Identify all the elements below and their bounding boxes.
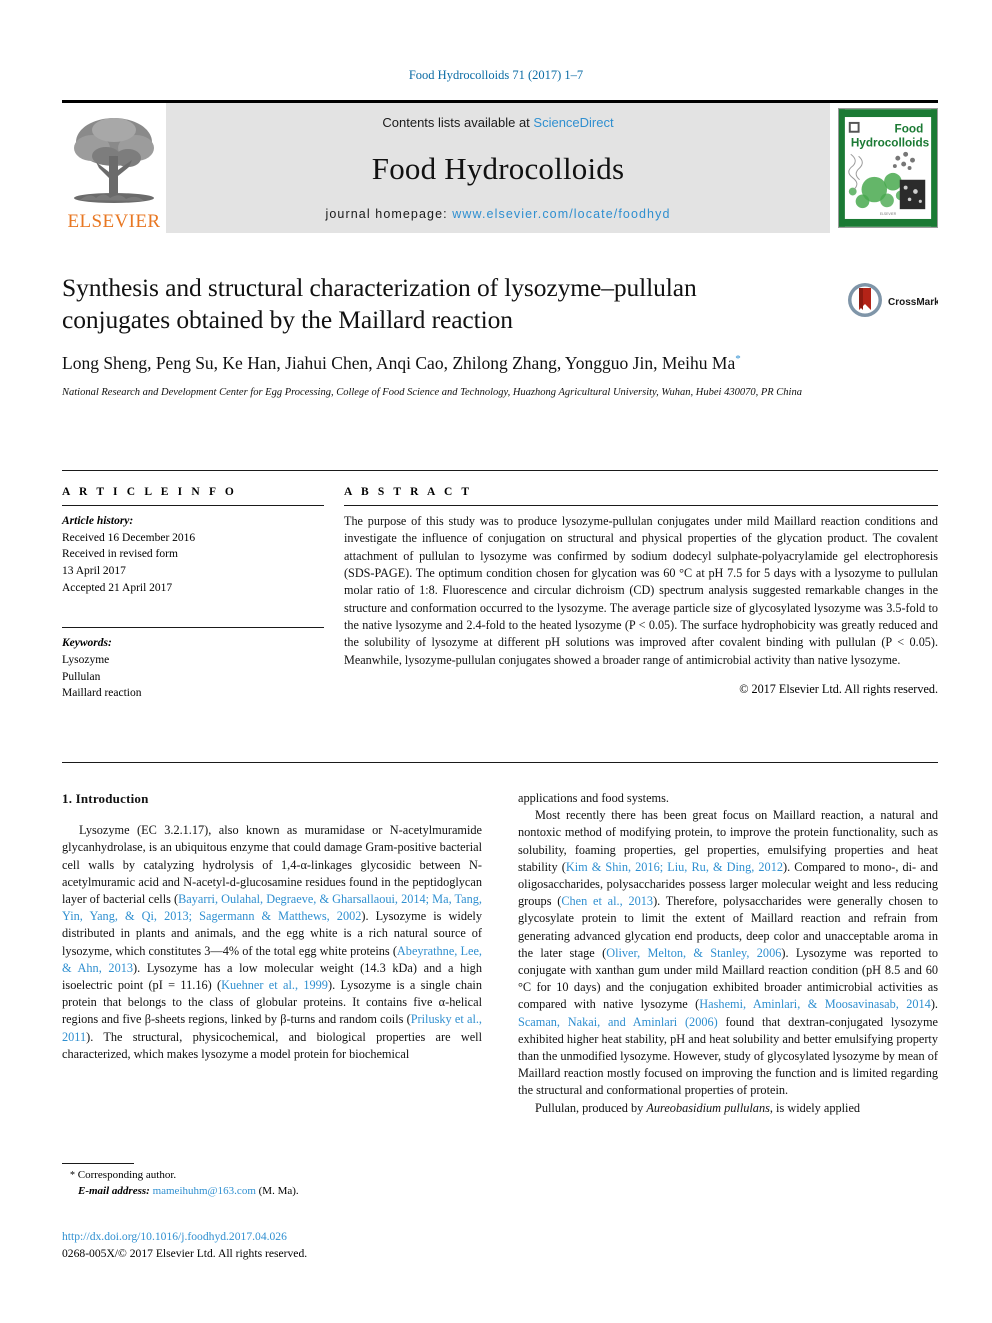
email-link[interactable]: mameihuhm@163.com (153, 1185, 256, 1197)
body-column-left: 1. Introduction Lysozyme (EC 3.2.1.17), … (62, 790, 482, 1117)
keyword-item: Maillard reaction (62, 687, 142, 700)
abstract-text: The purpose of this study was to produce… (344, 514, 938, 667)
citation-link[interactable]: Oliver, Melton, & Stanley, 2006 (606, 946, 781, 960)
elsevier-logo: ELSEVIER (62, 103, 166, 233)
species-name: Aureobasidium pullulans (646, 1100, 770, 1115)
journal-masthead: ELSEVIER Contents lists available at Sci… (62, 100, 938, 233)
intro-paragraph-2: Most recently there has been great focus… (518, 807, 938, 1099)
intro-paragraph-3: Pullulan, produced by Aureobasidium pull… (518, 1100, 938, 1117)
running-head: Food Hydrocolloids 71 (2017) 1–7 (408, 68, 584, 82)
intro-paragraph-1-continued: applications and food systems. (518, 791, 669, 805)
elsevier-tree-icon (74, 118, 154, 203)
email-line: E-mail address: mameihuhm@163.com (M. Ma… (62, 1184, 482, 1200)
article-info-heading: A R T I C L E I N F O (62, 486, 237, 498)
crossmark-label: CrossMark (888, 297, 938, 308)
contents-prefix: Contents lists available at (382, 115, 534, 130)
intro-paragraph-1: Lysozyme (EC 3.2.1.17), also known as mu… (62, 822, 482, 1063)
header-divider-rule (62, 470, 938, 471)
cover-artwork-icon: Food Hydrocolloids ELSEVIER (839, 109, 937, 227)
footnote-rule (62, 1163, 134, 1164)
elsevier-wordmark: ELSEVIER (67, 211, 161, 232)
corresponding-author-marker: * (735, 353, 741, 366)
contents-lists-line: Contents lists available at ScienceDirec… (166, 115, 830, 130)
sciencedirect-link[interactable]: ScienceDirect (533, 115, 613, 130)
svg-text:ELSEVIER: ELSEVIER (880, 212, 897, 216)
text-run: Pullulan, produced by (535, 1100, 647, 1115)
journal-cover-thumbnail: Food Hydrocolloids ELSEVIER (838, 108, 938, 228)
journal-homepage-line: journal homepage: www.elsevier.com/locat… (166, 207, 830, 221)
section-heading-introduction: 1. Introduction (62, 791, 149, 806)
svg-text:Food: Food (895, 123, 924, 136)
masthead-banner: Contents lists available at ScienceDirec… (166, 103, 830, 233)
citation-link[interactable]: Kuehner et al., 1999 (221, 978, 328, 992)
article-title: Synthesis and structural characterizatio… (62, 273, 697, 335)
footer-doi-block: http://dx.doi.org/10.1016/j.foodhyd.2017… (62, 1228, 482, 1263)
author-names: Long Sheng, Peng Su, Ke Han, Jiahui Chen… (62, 353, 736, 374)
issn-copyright-line: 0268-005X/© 2017 Elsevier Ltd. All right… (62, 1247, 308, 1261)
crossmark-badge[interactable]: CrossMark (846, 280, 940, 322)
keyword-item: Lysozyme (62, 654, 110, 667)
corresponding-author-text: Corresponding author. (77, 1169, 177, 1181)
corresponding-author-line: * Corresponding author. (62, 1168, 482, 1184)
history-item: Received in revised form (62, 548, 178, 561)
homepage-url-link[interactable]: www.elsevier.com/locate/foodhyd (452, 207, 670, 221)
citation-link[interactable]: Scaman, Nakai, and Aminlari (2006) (518, 1015, 718, 1029)
abstract-copyright: © 2017 Elsevier Ltd. All rights reserved… (739, 681, 938, 696)
email-label: E-mail address: (78, 1184, 150, 1197)
keywords-group: Keywords: Lysozyme Pullulan Maillard rea… (62, 635, 324, 702)
affiliation: National Research and Development Center… (62, 387, 802, 399)
corresponding-author-footnote: * Corresponding author. E-mail address: … (62, 1163, 482, 1200)
keywords-label: Keywords: (62, 637, 112, 650)
text-run: ). (930, 997, 938, 1012)
homepage-prefix: journal homepage: (325, 207, 453, 221)
keyword-item: Pullulan (62, 670, 101, 683)
article-header: CrossMark Synthesis and structural chara… (62, 272, 940, 401)
journal-title: Food Hydrocolloids (371, 150, 625, 186)
text-run: , is widely applied (769, 1100, 861, 1115)
history-item: Received 16 December 2016 (62, 531, 196, 544)
citation-link[interactable]: Chen et al., 2013 (561, 894, 653, 908)
article-history-label: Article history: (62, 515, 134, 527)
abstract-heading: A B S T R A C T (344, 486, 473, 498)
svg-text:Hydrocolloids: Hydrocolloids (851, 136, 930, 149)
author-list: Long Sheng, Peng Su, Ke Han, Jiahui Chen… (62, 352, 762, 375)
article-info-section: A R T I C L E I N F O Article history: R… (62, 486, 324, 702)
article-history-group: Article history: Received 16 December 20… (62, 513, 324, 596)
history-item: 13 April 2017 (62, 565, 126, 578)
email-owner: (M. Ma). (258, 1184, 299, 1197)
abstract-bottom-rule (62, 762, 938, 763)
history-item: Accepted 21 April 2017 (62, 581, 173, 594)
text-run: ). The structural, physicochemical, and … (62, 1029, 482, 1061)
footnote-marker: * (70, 1170, 75, 1181)
doi-link[interactable]: http://dx.doi.org/10.1016/j.foodhyd.2017… (62, 1228, 482, 1245)
citation-link[interactable]: Kim & Shin, 2016; Liu, Ru, & Ding, 2012 (566, 860, 783, 874)
article-body: 1. Introduction Lysozyme (EC 3.2.1.17), … (62, 790, 938, 1117)
crossmark-icon: CrossMark (848, 283, 940, 317)
journal-article-page: Food Hydrocolloids 71 (2017) 1–7 ELSEVIE… (0, 0, 992, 1323)
body-column-right: applications and food systems. Most rece… (518, 790, 938, 1117)
citation-link[interactable]: Hashemi, Aminlari, & Moosavinasab, 2014 (699, 997, 931, 1011)
abstract-section: A B S T R A C T The purpose of this stud… (344, 486, 938, 697)
